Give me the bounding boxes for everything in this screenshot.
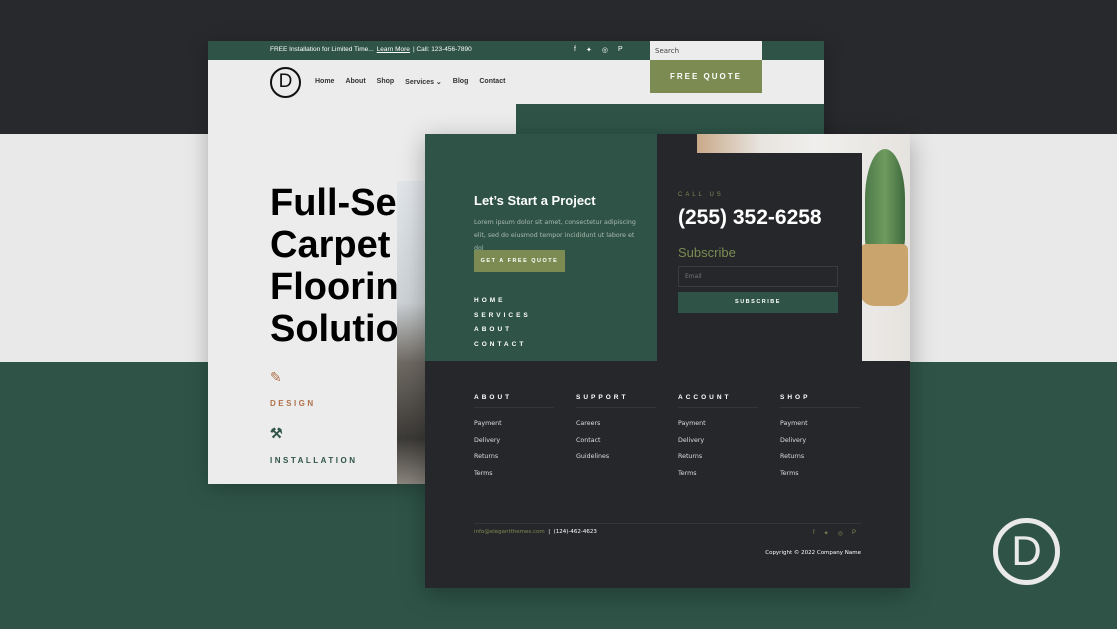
footer-link[interactable]: Terms [780,466,860,483]
social-icons: f ✦ ◎ P [574,46,623,54]
phone-number: (255) 352-6258 [678,206,822,229]
footer-link[interactable]: Payment [780,416,860,433]
footer-link[interactable]: Delivery [474,433,554,450]
project-title: Let’s Start a Project [474,193,596,208]
footer-contact: info@elegantthemes.com | (124)-462-4623 [474,529,597,535]
footer-nav-about[interactable]: ABOUT [474,323,531,338]
hero-green-block [516,104,824,134]
column-title: ACCOUNT [678,394,758,408]
email-input[interactable]: Email [678,266,838,287]
twitter-icon[interactable]: ✦ [586,46,592,54]
footer-link[interactable]: Careers [576,416,656,433]
footer-link[interactable]: Contact [576,433,656,450]
pencil-icon: ✎ [270,369,282,385]
footer-phone: (124)-462-4623 [553,529,597,535]
hero-image [397,181,425,484]
footer-link[interactable]: Returns [474,449,554,466]
service-installation: INSTALLATION [270,456,358,465]
footer-nav-services[interactable]: SERVICES [474,309,531,324]
get-free-quote-button[interactable]: GET A FREE QUOTE [474,250,565,272]
nav-home[interactable]: Home [315,78,334,86]
subscribe-title: Subscribe [678,245,736,260]
divi-logo[interactable]: D [270,67,301,98]
nav-shop[interactable]: Shop [377,78,395,86]
divi-brand-logo: D [993,518,1060,585]
footer-column-about: ABOUT Payment Delivery Returns Terms [474,394,554,482]
footer-nav: HOME SERVICES ABOUT CONTACT [474,294,531,352]
footer-column-account: ACCOUNT Payment Delivery Returns Terms [678,394,758,482]
promo-text: FREE Installation for Limited Time... Lea… [270,46,472,53]
footer-nav-contact[interactable]: CONTACT [474,338,531,353]
footer-link[interactable]: Terms [474,466,554,483]
plant-basket [860,244,908,306]
nav-contact[interactable]: Contact [479,78,505,86]
copyright: Copyright © 2022 Company Name [765,550,861,556]
footer-link[interactable]: Guidelines [576,449,656,466]
footer-email-link[interactable]: info@elegantthemes.com [474,529,545,535]
pinterest-icon[interactable]: P [852,530,856,537]
search-input[interactable]: Search [650,41,762,60]
learn-more-link[interactable]: Learn More [377,46,410,53]
nav-services[interactable]: Services ⌄ [405,78,442,86]
footer-link[interactable]: Returns [678,449,758,466]
service-design: DESIGN [270,399,316,408]
hammer-icon: ⚒ [270,425,283,441]
column-title: SHOP [780,394,860,408]
facebook-icon[interactable]: f [574,46,576,54]
website-mockup-footer: Let’s Start a Project Lorem ipsum dolor … [425,134,910,588]
subscribe-button[interactable]: SUBSCRIBE [678,292,838,313]
instagram-icon[interactable]: ◎ [602,46,608,54]
nav-about[interactable]: About [345,78,365,86]
footer-link[interactable]: Delivery [678,433,758,450]
column-title: ABOUT [474,394,554,408]
footer-column-shop: SHOP Payment Delivery Returns Terms [780,394,860,482]
call-text: Call: 123-456-7890 [416,46,472,53]
footer-link[interactable]: Delivery [780,433,860,450]
column-title: SUPPORT [576,394,656,408]
facebook-icon[interactable]: f [813,530,815,537]
call-us-label: CALL US [678,192,724,198]
footer-divider [474,523,861,524]
footer-link[interactable]: Payment [678,416,758,433]
plant-leaves [865,149,905,249]
footer-link[interactable]: Payment [474,416,554,433]
footer-nav-home[interactable]: HOME [474,294,531,309]
instagram-icon[interactable]: ◎ [838,530,843,537]
footer-link[interactable]: Returns [780,449,860,466]
footer-link[interactable]: Terms [678,466,758,483]
twitter-icon[interactable]: ✦ [824,530,829,537]
nav-blog[interactable]: Blog [453,78,469,86]
footer-column-support: SUPPORT Careers Contact Guidelines [576,394,656,466]
footer-social-icons: f ✦ ◎ P [813,530,856,537]
free-quote-button[interactable]: FREE QUOTE [650,60,762,93]
main-nav: Home About Shop Services ⌄ Blog Contact [315,78,505,86]
pinterest-icon[interactable]: P [618,46,623,54]
